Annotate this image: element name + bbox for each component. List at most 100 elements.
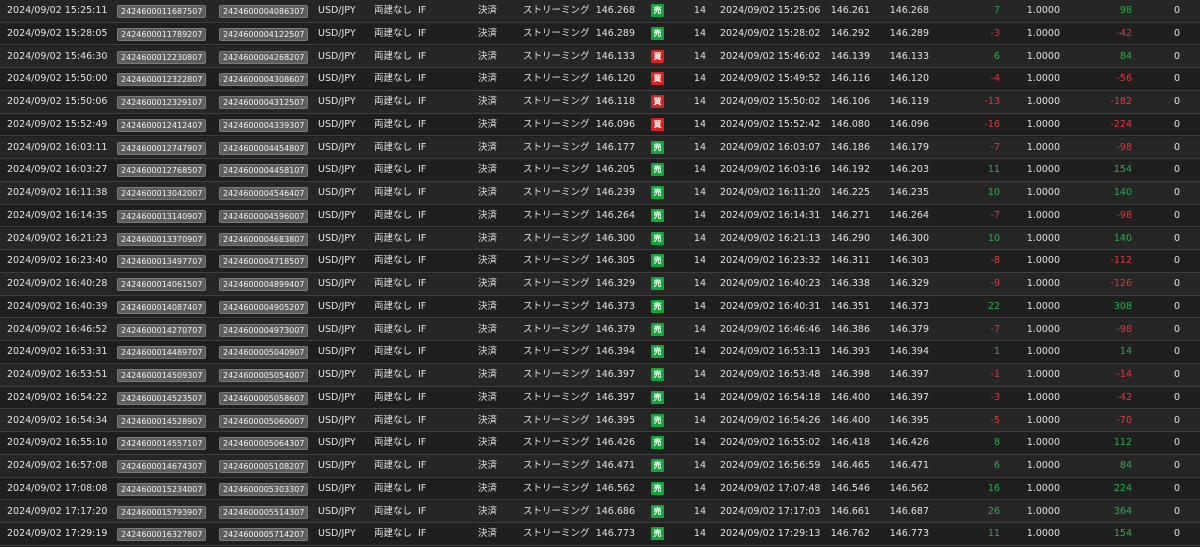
order-number: 2424600014061507 [117, 278, 207, 291]
quantity: 14 [693, 323, 706, 335]
open-time: 2024/09/02 16:55:02 [720, 437, 821, 449]
side-label: 売 [651, 299, 664, 313]
hedge-status: 両建なし [374, 164, 413, 176]
table-row[interactable]: 2024/09/02 16:46:52 2424600014270707 242… [0, 318, 1200, 342]
quantity: 14 [693, 346, 706, 358]
trade-kind: 決済 [478, 27, 498, 39]
table-row[interactable]: 2024/09/02 16:03:27 2424600012768507 242… [0, 159, 1200, 182]
order-condition: IF [418, 73, 427, 85]
quantity: 14 [693, 187, 706, 198]
close-price: 146.773 [889, 528, 929, 540]
table-row[interactable]: 2024/09/02 17:17:20 2424600015793907 242… [0, 500, 1200, 524]
execution-price: 146.133 [595, 50, 635, 62]
table-row[interactable]: 2024/09/02 16:03:11 2424600012747907 242… [0, 136, 1200, 160]
swap-value: 0 [1173, 460, 1180, 471]
currency-pair: USD/JPY [318, 391, 356, 403]
swap-value: 0 [1173, 141, 1180, 153]
side-label: 売 [651, 4, 664, 17]
currency-pair: USD/JPY [318, 209, 356, 221]
conversion-rate: 1.0000 [1026, 528, 1060, 540]
open-time: 2024/09/02 16:53:48 [720, 369, 821, 380]
table-row[interactable]: 2024/09/02 16:21:23 2424600013370907 242… [0, 227, 1200, 251]
open-price: 146.762 [830, 528, 870, 540]
execution-price: 146.300 [595, 232, 635, 244]
order-number-badge: 2424600014528907 [117, 414, 207, 428]
pips: 7 [993, 5, 1000, 16]
execution-type: ストリーミング [523, 323, 590, 335]
sell-side-icon: 売 [651, 459, 664, 473]
hedge-status: 両建なし [374, 255, 413, 267]
trade-kind: 決済 [478, 437, 498, 449]
table-row[interactable]: 2024/09/02 16:14:35 2424600013140907 242… [0, 204, 1200, 228]
swap-value: 0 [1173, 164, 1180, 176]
trade-kind: 決済 [478, 141, 498, 153]
table-row[interactable]: 2024/09/02 16:23:40 2424600013497707 242… [0, 250, 1200, 273]
table-row[interactable]: 2024/09/02 15:25:11 2424600011687507 242… [0, 0, 1200, 23]
open-time: 2024/09/02 16:03:16 [720, 164, 821, 176]
open-price: 146.400 [830, 391, 870, 403]
sell-side-icon: 売 [651, 436, 664, 450]
table-row[interactable]: 2024/09/02 16:53:51 2424600014509307 242… [0, 364, 1200, 387]
table-row[interactable]: 2024/09/02 16:57:08 2424600014674307 242… [0, 455, 1200, 478]
table-row[interactable]: 2024/09/02 16:11:38 2424600013042007 242… [0, 182, 1200, 205]
pips: 26 [987, 505, 1000, 517]
conversion-rate: 1.0000 [1026, 209, 1060, 221]
table-row[interactable]: 2024/09/02 16:54:22 2424600014523507 242… [0, 386, 1200, 410]
swap-value: 0 [1173, 118, 1180, 130]
table-row[interactable]: 2024/09/02 16:53:31 2424600014489707 242… [0, 341, 1200, 364]
table-row[interactable]: 2024/09/02 17:29:19 2424600016327807 242… [0, 523, 1200, 546]
table-row[interactable]: 2024/09/02 16:54:34 2424600014528907 242… [0, 409, 1200, 433]
position-number: 2424600004454807 [219, 141, 309, 155]
hedge-status: 両建なし [374, 505, 413, 517]
order-number: 2424600012230807 [117, 50, 207, 64]
order-number: 2424600013497707 [117, 255, 207, 269]
trade-kind: 決済 [478, 118, 498, 130]
execution-price: 146.096 [595, 118, 635, 130]
conversion-rate: 1.0000 [1026, 164, 1060, 176]
trade-history-table: 2024/09/02 15:25:11 2424600011687507 242… [0, 0, 1200, 547]
order-number-badge: 2424600012329107 [117, 96, 207, 109]
conversion-rate: 1.0000 [1026, 27, 1060, 39]
profit-loss: -70 [1116, 414, 1132, 426]
execution-price: 146.205 [595, 164, 635, 176]
position-number: 2424600004718507 [219, 255, 309, 269]
sell-side-icon: 売 [651, 208, 664, 223]
profit-loss: -182 [1110, 96, 1132, 107]
execution-price: 146.773 [595, 528, 635, 540]
close-price: 146.268 [889, 5, 929, 16]
execution-price: 146.289 [595, 27, 635, 39]
close-price: 146.119 [889, 96, 929, 107]
table-row[interactable]: 2024/09/02 16:40:39 2424600014087407 242… [0, 295, 1200, 319]
table-row[interactable]: 2024/09/02 17:08:08 2424600015234007 242… [0, 477, 1200, 501]
close-price: 146.133 [889, 50, 929, 62]
table-row[interactable]: 2024/09/02 15:46:30 2424600012230807 242… [0, 45, 1200, 69]
table-row[interactable]: 2024/09/02 15:50:06 2424600012329107 242… [0, 91, 1200, 114]
table-row[interactable]: 2024/09/02 16:55:10 2424600014557107 242… [0, 432, 1200, 455]
table-row[interactable]: 2024/09/02 15:52:49 2424600012412407 242… [0, 113, 1200, 137]
open-price: 146.400 [830, 414, 870, 426]
swap-value: 0 [1173, 73, 1180, 85]
profit-loss: 84 [1119, 50, 1132, 62]
open-price: 146.192 [830, 164, 870, 176]
trade-kind: 決済 [478, 369, 498, 380]
quantity: 14 [693, 232, 706, 244]
order-number: 2424600013140907 [117, 209, 207, 223]
table-row[interactable]: 2024/09/02 15:50:00 2424600012322807 242… [0, 68, 1200, 91]
trade-kind: 決済 [478, 528, 498, 540]
order-number-badge: 2424600016327807 [117, 528, 207, 542]
currency-pair: USD/JPY [318, 505, 356, 517]
order-condition: IF [418, 369, 427, 380]
quantity: 14 [693, 255, 706, 267]
order-number-badge: 2424600014509307 [117, 369, 207, 382]
pips: 22 [987, 300, 1000, 312]
order-number-badge: 2424600014270707 [117, 323, 207, 337]
conversion-rate: 1.0000 [1026, 50, 1060, 62]
profit-loss: -42 [1116, 27, 1132, 39]
pips: -1 [990, 369, 1000, 380]
currency-pair: USD/JPY [318, 460, 356, 471]
table-row[interactable]: 2024/09/02 16:40:28 2424600014061507 242… [0, 273, 1200, 296]
order-number: 2424600012768507 [117, 164, 207, 178]
sell-side-icon: 売 [651, 254, 664, 268]
table-row[interactable]: 2024/09/02 15:28:05 2424600011789207 242… [0, 22, 1200, 46]
pips: 1 [993, 346, 1000, 358]
